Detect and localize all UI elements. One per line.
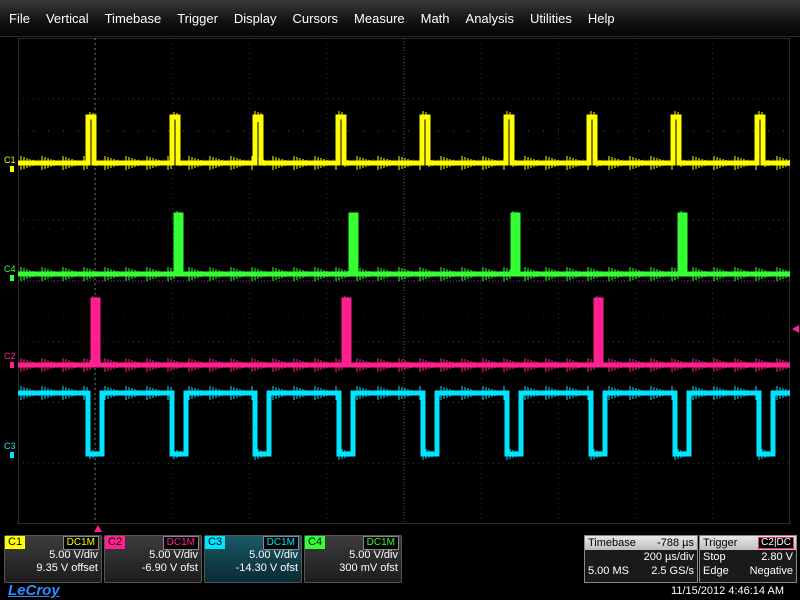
channel-name: C1	[5, 536, 26, 549]
sample-rate: 2.5 GS/s	[651, 565, 694, 577]
channel-box-c3[interactable]: C3 DC1M 5.00 V/div -14.30 V ofst	[204, 535, 302, 583]
volts-per-div: 5.00 V/div	[149, 549, 198, 561]
menu-display[interactable]: Display	[226, 11, 285, 26]
trigger-box[interactable]: Trigger C2|DC Stop 2.80 V Edge Negative	[699, 535, 797, 583]
trigger-level: 2.80 V	[761, 551, 793, 563]
coupling-badge: DC1M	[62, 536, 99, 550]
menu-bar: File Vertical Timebase Trigger Display Cursor…	[0, 0, 800, 37]
trace-marker-c1[interactable]	[10, 166, 14, 172]
timebase-delay: -788 µs	[657, 537, 694, 549]
status-panel: C1 DC1M 5.00 V/div 9.35 V offset C2 DC1M 5…	[0, 532, 800, 600]
trigger-position-arrow-icon[interactable]	[94, 525, 102, 532]
channel-name: C2	[105, 536, 126, 549]
menu-measure[interactable]: Measure	[346, 11, 413, 26]
offset-value: -6.90 V ofst	[141, 562, 198, 574]
offset-value: 9.35 V offset	[36, 562, 98, 574]
coupling-badge: DC1M	[262, 536, 299, 550]
trigger-mode: Stop	[703, 551, 726, 563]
menu-vertical[interactable]: Vertical	[38, 11, 97, 26]
trigger-slope: Negative	[749, 565, 793, 577]
menu-trigger[interactable]: Trigger	[169, 11, 226, 26]
timebase-box[interactable]: Timebase -788 µs 200 µs/div 5.00 MS 2.5 GS…	[584, 535, 698, 583]
coupling-badge: DC1M	[162, 536, 199, 550]
trigger-type: Edge	[703, 565, 729, 577]
menu-math[interactable]: Math	[413, 11, 458, 26]
trace-label-c1[interactable]: C1	[4, 155, 16, 165]
volts-per-div: 5.00 V/div	[249, 549, 298, 561]
waveform-display[interactable]	[18, 38, 790, 524]
trigger-level-arrow-icon[interactable]	[792, 325, 799, 333]
timestamp: 11/15/2012 4:46:14 AM	[671, 585, 784, 597]
volts-per-div: 5.00 V/div	[49, 549, 98, 561]
lecroy-logo: LeCroy	[8, 582, 60, 599]
trace-marker-c3[interactable]	[10, 452, 14, 458]
trace-label-c3[interactable]: C3	[4, 441, 16, 451]
channel-box-c2[interactable]: C2 DC1M 5.00 V/div -6.90 V ofst	[104, 535, 202, 583]
coupling-badge: DC1M	[362, 536, 399, 550]
trigger-label: Trigger	[703, 537, 738, 549]
offset-value: -14.30 V ofst	[235, 562, 298, 574]
channel-name: C3	[205, 536, 226, 549]
timebase-label: Timebase	[588, 537, 636, 549]
waveform-grid	[18, 38, 790, 524]
channel-box-c4[interactable]: C4 DC1M 5.00 V/div 300 mV ofst	[304, 535, 402, 583]
menu-file[interactable]: File	[0, 11, 38, 26]
trace-marker-c4[interactable]	[10, 275, 14, 281]
time-per-div: 200 µs/div	[643, 551, 694, 563]
offset-value: 300 mV ofst	[339, 562, 398, 574]
volts-per-div: 5.00 V/div	[349, 549, 398, 561]
trace-marker-c2[interactable]	[10, 362, 14, 368]
sample-count: 5.00 MS	[588, 565, 629, 577]
menu-help[interactable]: Help	[580, 11, 623, 26]
menu-utilities[interactable]: Utilities	[522, 11, 580, 26]
trace-label-c4[interactable]: C4	[4, 264, 16, 274]
menu-timebase[interactable]: Timebase	[97, 11, 170, 26]
channel-box-c1[interactable]: C1 DC1M 5.00 V/div 9.35 V offset	[4, 535, 102, 583]
menu-analysis[interactable]: Analysis	[458, 11, 522, 26]
trace-label-c2[interactable]: C2	[4, 351, 16, 361]
menu-cursors[interactable]: Cursors	[285, 11, 347, 26]
trigger-source-badge: C2|DC	[758, 537, 794, 549]
channel-name: C4	[305, 536, 326, 549]
